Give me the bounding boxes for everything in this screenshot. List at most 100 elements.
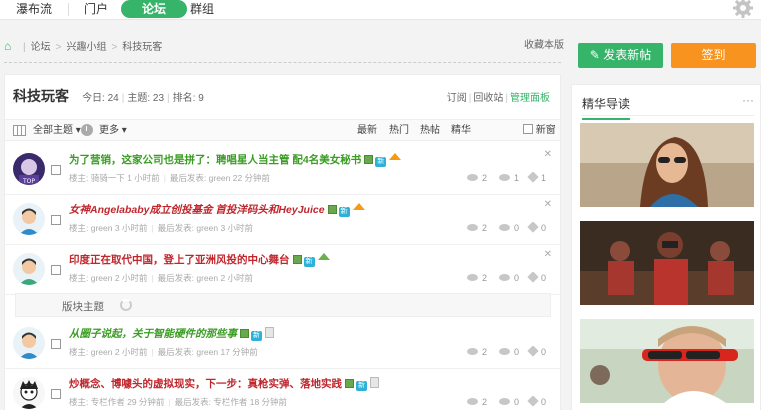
breadcrumb-forum[interactable]: 论坛 — [31, 42, 51, 53]
thread-row[interactable]: TOP 为了营销，这家公司也是拼了：聘唱星人当主管 配4名美女秘书新 楼主: 骑… — [5, 145, 560, 195]
new-badge-icon: 新 — [303, 257, 315, 267]
thread-title[interactable]: 女神Angelababy成立创投基金 首投洋码头和HeyJuice 新 — [69, 202, 365, 217]
forum-header: 科技玩客 今日: 24 | 主题: 23 | 排名: 9 — [13, 87, 204, 105]
sign-in-button[interactable]: 签到 — [671, 43, 756, 68]
more-dropdown[interactable]: 更多 ▾ — [99, 124, 127, 138]
thread-row[interactable]: 炒概念、博噱头的虚拟现实，下一步：真枪实弹、落地实践新 楼主: 专栏作者 29 … — [5, 369, 560, 410]
row-checkbox[interactable] — [51, 389, 61, 399]
nav-divider — [68, 3, 69, 16]
eye-icon — [467, 224, 478, 231]
sort-hot[interactable]: 热门 — [389, 124, 409, 138]
comment-icon — [499, 224, 510, 231]
new-badge-icon: 新 — [356, 381, 367, 391]
svg-text:TOP: TOP — [22, 178, 35, 185]
avatar — [13, 327, 45, 359]
tab-groups[interactable]: 群组 — [184, 0, 220, 18]
forum-stats: 今日: 24 | 主题: 23 | 排名: 9 — [82, 93, 204, 104]
subscribe-link[interactable]: 订阅 — [447, 93, 467, 104]
image-icon — [345, 379, 354, 388]
view-count: 2 — [467, 347, 487, 357]
thread-row[interactable]: 女神Angelababy成立创投基金 首投洋码头和HeyJuice 新 楼主: g… — [5, 195, 560, 245]
attachment-icon — [265, 327, 274, 338]
heart-icon — [527, 221, 539, 233]
new-window-toggle[interactable]: 新窗 — [523, 124, 556, 138]
thread-list-panel: 科技玩客 今日: 24 | 主题: 23 | 排名: 9 订阅 | 回收站 | 管理面板 全部主… — [4, 74, 561, 410]
comment-icon — [499, 274, 510, 281]
forum-title: 科技玩客 — [13, 88, 69, 104]
close-icon[interactable]: ✕ — [544, 249, 552, 260]
eye-icon — [467, 398, 478, 405]
view-count: 2 — [467, 173, 487, 183]
home-icon[interactable]: ⌂ — [4, 38, 18, 54]
checkbox[interactable] — [523, 124, 533, 134]
sort-digest[interactable]: 精华 — [451, 124, 471, 138]
row-checkbox[interactable] — [51, 265, 61, 275]
like-count: 0 — [527, 221, 546, 233]
divider — [582, 115, 754, 116]
recycle-bin-link[interactable]: 回收站 — [473, 93, 503, 104]
view-count: 2 — [467, 397, 487, 407]
reply-count: 0 — [499, 347, 519, 357]
thread-title[interactable]: 炒概念、博噱头的虚拟现实，下一步：真枪实弹、落地实践新 — [69, 376, 379, 391]
divider — [4, 62, 561, 63]
pencil-icon: ✎ — [589, 48, 600, 62]
like-count: 0 — [527, 395, 546, 407]
favorite-forum-link[interactable]: 收藏本版 — [524, 38, 564, 54]
heart-icon — [527, 171, 539, 183]
heart-icon — [527, 345, 539, 357]
heart-icon — [527, 395, 539, 407]
digest-image[interactable] — [580, 319, 754, 403]
close-icon[interactable]: ✕ — [544, 149, 552, 160]
image-icon — [327, 205, 337, 214]
digest-title: 精华导读 — [582, 95, 631, 120]
up-arrow-icon — [352, 203, 365, 210]
tab-waterfall[interactable]: 瀑布流 — [8, 0, 60, 18]
row-checkbox[interactable] — [51, 165, 61, 175]
grid-icon[interactable] — [13, 125, 26, 136]
avatar: TOP — [13, 153, 45, 185]
image-icon — [364, 155, 374, 164]
comment-icon — [499, 398, 510, 405]
new-badge-icon: 新 — [375, 157, 387, 167]
tab-portal[interactable]: 门户 — [78, 0, 114, 18]
heart-icon — [527, 271, 539, 283]
admin-panel-link[interactable]: 管理面板 — [510, 93, 550, 104]
like-count: 1 — [527, 171, 546, 183]
breadcrumb-interest-group[interactable]: 兴趣小组 — [66, 42, 106, 53]
breadcrumb: ⌂ | 论坛 > 兴趣小组 > 科技玩客 — [4, 38, 163, 54]
reply-count: 1 — [499, 173, 519, 183]
gear-icon[interactable] — [733, 0, 753, 18]
clock-icon — [81, 124, 93, 136]
up-arrow-icon — [317, 253, 330, 260]
close-icon[interactable]: ✕ — [544, 199, 552, 210]
forum-options: 订阅 | 回收站 | 管理面板 — [446, 93, 550, 104]
row-checkbox[interactable] — [51, 215, 61, 225]
row-checkbox[interactable] — [51, 339, 61, 349]
thread-meta: 楼主: 专栏作者 29 分钟前 | 最后发表: 专栏作者 18 分钟前 — [69, 397, 288, 407]
thread-row[interactable]: 从圈子说起，关于智能硬件的那些事新 楼主: green 2 小时前 | 最后发表: … — [5, 319, 560, 369]
thread-title[interactable]: 从圈子说起，关于智能硬件的那些事新 — [69, 326, 274, 341]
avatar — [13, 203, 45, 235]
digest-image[interactable] — [580, 221, 754, 305]
more-icon[interactable]: ··· — [742, 93, 754, 107]
breadcrumb-tech[interactable]: 科技玩客 — [122, 42, 162, 53]
thread-title[interactable]: 印度正在取代中国，登上了亚洲风投的中心舞台新 — [69, 252, 330, 267]
image-icon — [240, 329, 249, 338]
all-topics-dropdown[interactable]: 全部主题 ▾ — [33, 124, 81, 138]
digest-image[interactable] — [580, 123, 754, 207]
thread-meta: 楼主: 骑骑一下 1 小时前 | 最后发表: green 22 分钟前 — [69, 173, 271, 183]
thread-meta: 楼主: green 2 小时前 | 最后发表: green 17 分钟前 — [69, 347, 258, 357]
reply-count: 0 — [499, 223, 519, 233]
avatar — [13, 377, 45, 409]
new-badge-icon: 新 — [338, 207, 350, 217]
section-label: 版块主题 — [62, 301, 104, 313]
thread-row[interactable]: 印度正在取代中国，登上了亚洲风投的中心舞台新 楼主: green 2 小时前 | 最… — [5, 245, 560, 295]
new-post-button[interactable]: ✎ 发表新帖 — [578, 43, 663, 68]
sort-hot-posts[interactable]: 热帖 — [420, 124, 440, 138]
comment-icon — [499, 174, 510, 181]
thread-title[interactable]: 为了营销，这家公司也是拼了：聘唱星人当主管 配4名美女秘书新 — [69, 152, 402, 167]
avatar — [13, 253, 45, 285]
digest-sidebar: 精华导读 ··· — [571, 84, 761, 410]
tab-forum[interactable]: 论坛 — [121, 0, 187, 18]
sort-latest[interactable]: 最新 — [357, 124, 377, 138]
